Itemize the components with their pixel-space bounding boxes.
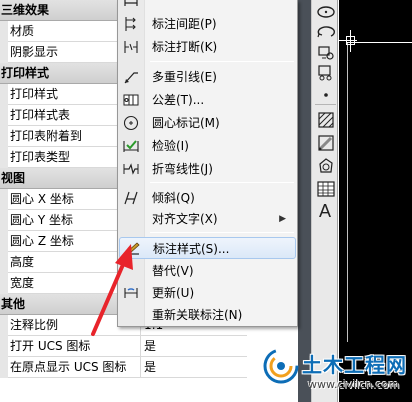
menu-item-label: 替代(V) [152, 264, 194, 278]
hatch-icon[interactable] [316, 110, 336, 130]
menu-item-label: 检验(I) [152, 139, 189, 153]
property-value[interactable]: 是 [144, 357, 247, 378]
window-border [298, 0, 311, 402]
dim-space-icon [125, 17, 136, 31]
ucs-axis [347, 42, 348, 342]
jogged-linear-icon [123, 163, 139, 175]
menu-item-jogged-linear[interactable]: 折弯线性(J) [119, 158, 296, 180]
menu-separator [150, 182, 294, 183]
brand-logo-icon [263, 348, 299, 384]
property-row-ucs-icon-at-origin[interactable]: 在原点显示 UCS 图标是 [0, 357, 247, 378]
menu-item-inspection[interactable]: 检验(I) [119, 135, 296, 157]
point-icon[interactable] [316, 84, 336, 104]
make-block-icon[interactable] [316, 62, 336, 82]
property-value[interactable]: 是 [144, 336, 247, 357]
draw-toolbar: A [311, 0, 338, 402]
menu-item-label: 标注打断(K) [152, 40, 218, 54]
menu-item-label: 折弯线性(J) [152, 162, 213, 176]
dim-update-icon [124, 288, 138, 298]
insert-block-icon[interactable] [316, 42, 336, 62]
model-space[interactable] [339, 0, 412, 402]
region-icon[interactable] [316, 156, 336, 176]
property-label: 打开 UCS 图标 [10, 336, 141, 357]
oblique-icon [124, 191, 138, 205]
menu-separator [150, 232, 294, 233]
menu-item-override[interactable]: 替代(V) [119, 260, 296, 282]
menu-item-dim-style[interactable]: 标注样式(S)... [119, 237, 296, 259]
dimension-menu: 标注间距(P) 标注打断(K) 多重引线(E) 公差(T)... 圆心标记(M)… [117, 0, 298, 327]
menu-item-dim-space[interactable]: 标注间距(P) [119, 13, 296, 35]
menu-item-align-text[interactable]: 对齐文字(X) ▶ [119, 208, 296, 230]
menu-item-multileader[interactable]: 多重引线(E) [119, 66, 296, 88]
submenu-arrow-icon: ▶ [279, 214, 286, 224]
menu-item-label: 标注样式(S)... [153, 242, 230, 256]
watermark-brand: 土木工程网 [302, 353, 407, 377]
property-label: 在原点显示 UCS 图标 [10, 357, 141, 378]
menu-item-label: 标注间距(P) [152, 17, 217, 31]
menu-item-tolerance[interactable]: 公差(T)... [119, 89, 296, 111]
dim-style-icon [125, 242, 140, 256]
menu-item-label: 公差(T)... [152, 93, 205, 107]
mtext-icon[interactable]: A [316, 200, 336, 220]
tolerance-icon [123, 94, 139, 106]
category-label: 其他 [1, 297, 26, 311]
menu-item-label: 重新关联标注(N) [152, 308, 243, 322]
menu-item-reassociate[interactable]: 重新关联标注(N) [119, 304, 296, 326]
menu-item-update[interactable]: 更新(U) [119, 282, 296, 304]
dim-icon [124, 0, 138, 6]
category-label: 视图 [1, 171, 26, 185]
menu-separator [150, 61, 294, 62]
gradient-icon[interactable] [316, 133, 336, 153]
menu-item-label: 更新(U) [152, 286, 195, 300]
toolbar-separator [315, 104, 336, 105]
watermark: 土木工程网 www.civilcn.com [262, 347, 412, 402]
center-mark-icon [123, 115, 139, 131]
menu-item-center-mark[interactable]: 圆心标记(M) [119, 112, 296, 134]
category-label: 三维效果 [1, 3, 50, 17]
menu-item-label: 多重引线(E) [152, 70, 217, 84]
table-icon[interactable] [316, 179, 336, 199]
watermark-url: www.civilcn.com [308, 378, 400, 391]
menu-item-oblique[interactable]: 倾斜(Q) [119, 187, 296, 209]
inspection-icon [123, 140, 139, 152]
pickbox [346, 36, 355, 45]
property-row-ucs-icon-on[interactable]: 打开 UCS 图标是 [0, 336, 247, 357]
menu-item-label: 对齐文字(X) [152, 212, 218, 226]
menu-item-label: 倾斜(Q) [152, 191, 195, 205]
menu-item-label: 圆心标记(M) [152, 116, 220, 130]
category-label: 打印样式 [1, 66, 50, 80]
ellipse-arc-icon[interactable] [316, 22, 336, 42]
menu-item-dim-break[interactable]: 标注打断(K) [119, 36, 296, 58]
ellipse-icon[interactable] [316, 2, 336, 22]
dim-break-icon [124, 41, 138, 53]
svg-text:A: A [319, 201, 331, 220]
ucs-axis [347, 42, 412, 43]
menu-item-partial[interactable] [119, 0, 296, 11]
multileader-icon [124, 72, 138, 84]
